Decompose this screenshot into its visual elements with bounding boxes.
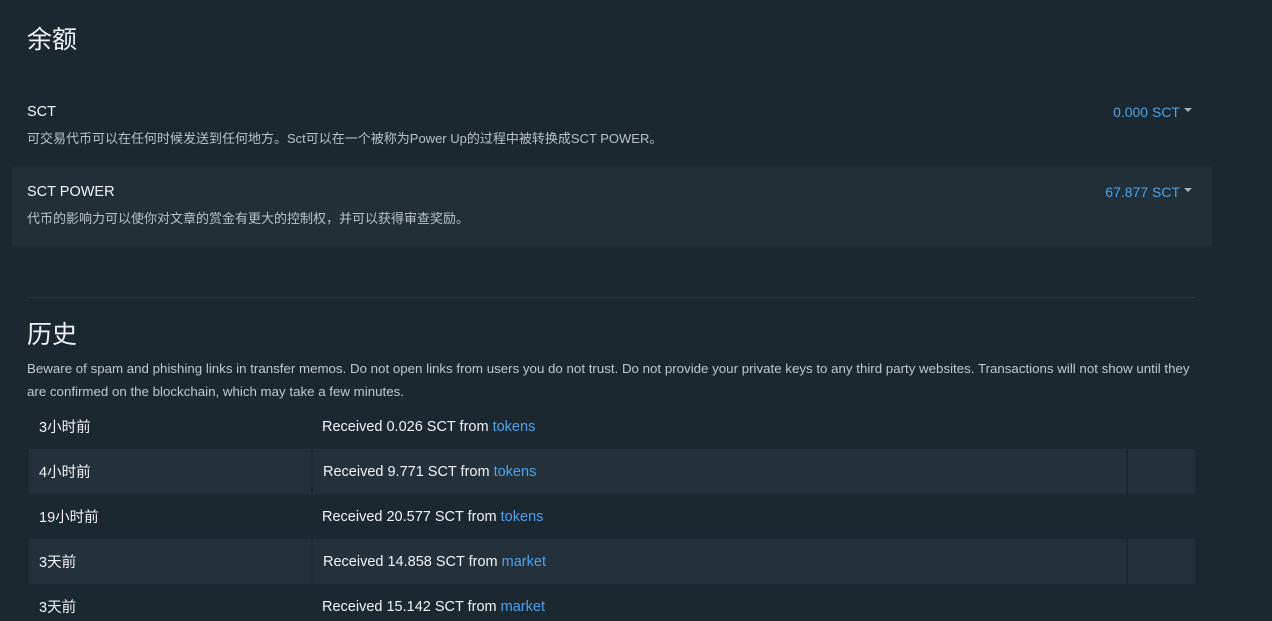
history-table: 3小时前 Received 0.026 SCT from tokens 4小时前…	[29, 404, 1195, 621]
balance-name: SCT	[27, 104, 56, 120]
history-heading: 历史	[27, 321, 78, 349]
history-row: 3小时前 Received 0.026 SCT from tokens	[29, 404, 1195, 449]
history-time: 4小时前	[29, 449, 313, 494]
history-memo	[1127, 404, 1195, 449]
balance-name: SCT POWER	[27, 184, 115, 200]
balances-heading: 余额	[27, 26, 78, 54]
account-link[interactable]: tokens	[493, 419, 536, 435]
history-memo	[1127, 494, 1195, 539]
history-text: Received 9.771 SCT from	[323, 463, 494, 480]
history-description: Received 15.142 SCT from market	[312, 584, 1127, 621]
account-link[interactable]: tokens	[494, 464, 537, 480]
balance-description: 代币的影响力可以使你对文章的赏金有更大的控制权，并可以获得审查奖励。	[27, 211, 470, 226]
balance-value-dropdown[interactable]: 0.000 SCT	[1113, 104, 1192, 120]
history-row: 3天前 Received 14.858 SCT from market	[29, 539, 1195, 584]
history-row: 19小时前 Received 20.577 SCT from tokens	[29, 494, 1195, 539]
caret-down-icon	[1184, 108, 1192, 113]
history-memo	[1127, 449, 1195, 494]
history-row: 3天前 Received 15.142 SCT from market	[29, 584, 1195, 621]
balance-description: 可交易代币可以在任何时候发送到任何地方。Sct可以在一个被称为Power Up的…	[27, 131, 663, 146]
wallet-page: 余额 SCT 可交易代币可以在任何时候发送到任何地方。Sct可以在一个被称为Po…	[0, 0, 1272, 621]
section-divider	[27, 297, 1195, 298]
history-text: Received 14.858 SCT from	[323, 553, 502, 570]
balance-value-dropdown[interactable]: 67.877 SCT	[1105, 184, 1192, 200]
history-description: Received 14.858 SCT from market	[312, 539, 1128, 584]
history-warning: Beware of spam and phishing links in tra…	[27, 361, 1190, 399]
caret-down-icon	[1184, 188, 1192, 193]
balance-value-label: 0.000 SCT	[1113, 104, 1180, 120]
history-text: Received 0.026 SCT from	[322, 418, 493, 435]
history-row: 4小时前 Received 9.771 SCT from tokens	[29, 449, 1195, 494]
history-description: Received 20.577 SCT from tokens	[312, 494, 1127, 539]
account-link[interactable]: market	[502, 554, 546, 570]
history-memo	[1127, 539, 1195, 584]
history-text: Received 15.142 SCT from	[322, 598, 501, 615]
account-link[interactable]: market	[501, 599, 545, 615]
balance-row-sct-power: SCT POWER 代币的影响力可以使你对文章的赏金有更大的控制权，并可以获得审…	[12, 166, 1212, 246]
history-time: 3天前	[29, 539, 313, 584]
history-time: 3天前	[39, 600, 77, 616]
balance-row-sct: SCT 可交易代币可以在任何时候发送到任何地方。Sct可以在一个被称为Power…	[12, 86, 1212, 166]
history-description: Received 0.026 SCT from tokens	[312, 404, 1127, 449]
history-description: Received 9.771 SCT from tokens	[312, 449, 1128, 494]
history-time: 19小时前	[39, 510, 99, 526]
account-link[interactable]: tokens	[501, 509, 544, 525]
history-time: 3小时前	[39, 420, 91, 436]
balance-value-label: 67.877 SCT	[1105, 184, 1180, 200]
history-memo	[1127, 584, 1195, 621]
history-text: Received 20.577 SCT from	[322, 508, 501, 525]
